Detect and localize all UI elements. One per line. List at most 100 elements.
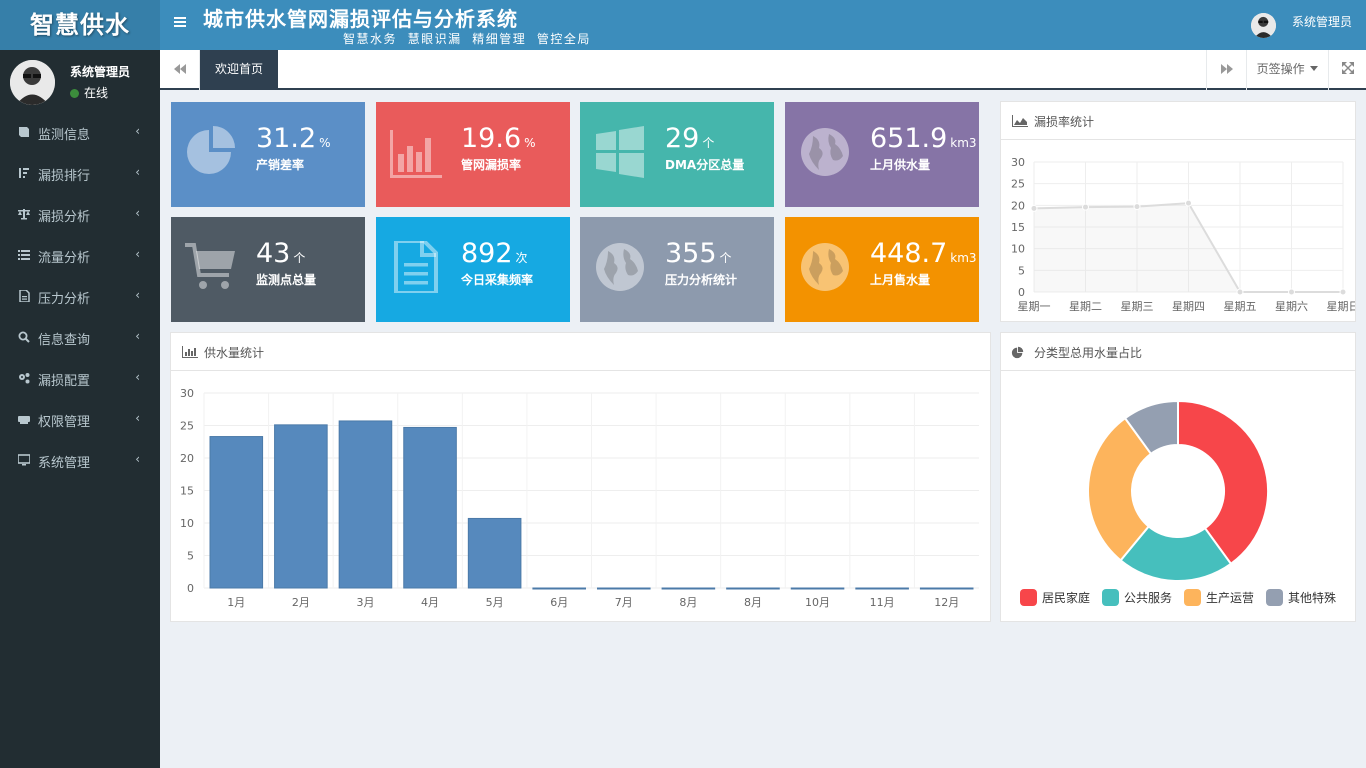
user-status-text: 在线 bbox=[84, 86, 109, 100]
stat-tile-1[interactable]: 31.2% 产销差率 bbox=[171, 102, 365, 207]
stat-value: 651.9 km3 bbox=[870, 124, 977, 158]
data-point[interactable] bbox=[1133, 203, 1141, 211]
bar[interactable] bbox=[855, 587, 909, 590]
x-tick-label: 4月 bbox=[421, 596, 439, 609]
pie-chart-icon bbox=[1011, 346, 1024, 359]
pie-chart-icon bbox=[187, 126, 235, 174]
bar[interactable] bbox=[790, 587, 845, 590]
usage-share-panel-header: 分类型总用水量占比 bbox=[1001, 333, 1355, 371]
sidebar-item-9[interactable]: 系统管理 ‹ bbox=[0, 440, 160, 481]
y-tick-label: 15 bbox=[1011, 221, 1025, 234]
sidebar-item-3[interactable]: 漏损分析 ‹ bbox=[0, 194, 160, 235]
user-panel: 系统管理员 在线 bbox=[0, 50, 160, 112]
bar[interactable] bbox=[597, 587, 651, 590]
legend-item[interactable]: 其他特殊 bbox=[1266, 589, 1336, 606]
stat-tile-7[interactable]: 355 个压力分析统计 bbox=[580, 217, 774, 322]
legend-item[interactable]: 生产运营 bbox=[1184, 589, 1254, 606]
y-tick-label: 15 bbox=[180, 485, 194, 498]
x-tick-label: 1月 bbox=[227, 596, 245, 609]
header-user-name[interactable]: 系统管理员 bbox=[1292, 13, 1352, 30]
x-tick-label: 6月 bbox=[550, 596, 568, 609]
stat-number: 892 bbox=[461, 238, 513, 269]
tab-scroll-right-button[interactable] bbox=[1206, 50, 1246, 90]
sidebar-item-label: 漏损分析 bbox=[38, 210, 91, 225]
data-point[interactable] bbox=[1082, 203, 1089, 211]
menu-toggle-icon[interactable] bbox=[174, 16, 186, 28]
data-point[interactable] bbox=[1185, 199, 1192, 207]
data-point[interactable] bbox=[1288, 288, 1295, 296]
caret-down-icon bbox=[1310, 66, 1319, 71]
sidebar-item-label: 权限管理 bbox=[38, 415, 91, 430]
sidebar-item-1[interactable]: 监测信息 ‹ bbox=[0, 112, 160, 153]
sidebar-item-2[interactable]: 漏损排行 ‹ bbox=[0, 153, 160, 194]
stat-tile-6[interactable]: 892 次今日采集频率 bbox=[376, 217, 570, 322]
legend-label: 其他特殊 bbox=[1288, 591, 1337, 605]
bar[interactable] bbox=[467, 517, 522, 589]
sidebar-item-label: 漏损排行 bbox=[38, 169, 91, 184]
tab-operations-label: 页签操作 bbox=[1256, 62, 1305, 76]
chevron-left-icon: ‹ bbox=[135, 411, 140, 425]
bar[interactable] bbox=[338, 420, 393, 589]
header-avatar[interactable] bbox=[1251, 13, 1276, 38]
data-point[interactable] bbox=[1236, 288, 1244, 296]
y-tick-label: 5 bbox=[187, 550, 194, 563]
stat-unit: % bbox=[319, 136, 331, 150]
stat-label: 上月售水量 bbox=[870, 273, 931, 287]
stat-tile-4[interactable]: 651.9 km3 上月供水量 bbox=[785, 102, 979, 207]
desktop-icon bbox=[18, 454, 30, 466]
chevron-left-icon: ‹ bbox=[135, 124, 140, 138]
forward-icon bbox=[1220, 64, 1233, 74]
stat-label: 管网漏损率 bbox=[461, 158, 522, 172]
stat-unit: 个 bbox=[702, 136, 715, 150]
sidebar-item-4[interactable]: 流量分析 ‹ bbox=[0, 235, 160, 276]
bar[interactable] bbox=[919, 587, 974, 590]
legend-item[interactable]: 公共服务 bbox=[1101, 589, 1172, 606]
sidebar-item-label: 漏损配置 bbox=[38, 374, 91, 389]
sidebar-item-6[interactable]: 信息查询 ‹ bbox=[0, 317, 160, 358]
stat-unit: 个 bbox=[719, 251, 732, 265]
chevron-left-icon: ‹ bbox=[135, 329, 140, 343]
usage-share-panel-title: 分类型总用水量占比 bbox=[1034, 346, 1143, 360]
fullscreen-button[interactable] bbox=[1328, 50, 1366, 90]
data-point[interactable] bbox=[1030, 204, 1038, 212]
chevron-left-icon: ‹ bbox=[135, 370, 140, 384]
sidebar-item-7[interactable]: 漏损配置 ‹ bbox=[0, 358, 160, 399]
sidebar-item-5[interactable]: 压力分析 ‹ bbox=[0, 276, 160, 317]
stat-value: 43 个 bbox=[256, 239, 305, 273]
keyboard-icon bbox=[18, 416, 30, 424]
x-tick-label: 5月 bbox=[486, 596, 504, 609]
y-tick-label: 20 bbox=[180, 452, 194, 465]
stat-tile-8[interactable]: 448.7 km3 上月售水量 bbox=[785, 217, 979, 322]
legend-swatch bbox=[1184, 589, 1201, 606]
leak-rate-panel-title: 漏损率统计 bbox=[1034, 115, 1095, 129]
stat-tile-5[interactable]: 43 个监测点总量 bbox=[171, 217, 365, 322]
stat-tile-3[interactable]: 29 个 DMA分区总量 bbox=[580, 102, 774, 207]
sidebar-item-8[interactable]: 权限管理 ‹ bbox=[0, 399, 160, 440]
bar[interactable] bbox=[726, 587, 780, 590]
leak-rate-panel: 漏损率统计 0 5 10 15 20 25 30 星期一 星期二 星期三 星期四 星期五 星期六 星期日 bbox=[1000, 101, 1360, 322]
y-tick-label: 25 bbox=[1011, 178, 1025, 191]
sidebar-menu: 监测信息 ‹ 漏损排行 ‹ 漏损分析 ‹ 流量分析 ‹ 压力分析 ‹ 信息查询 ‹ 漏损配置 ‹ 权限管理 ‹… bbox=[0, 112, 160, 481]
stat-tile-2[interactable]: 19.6% 管网漏损率 bbox=[376, 102, 570, 207]
legend-item[interactable]: 居民家庭 bbox=[1019, 589, 1090, 606]
y-tick-label: 25 bbox=[180, 420, 194, 433]
stat-number: 29 bbox=[665, 123, 700, 154]
usage-donut-chart bbox=[1087, 399, 1269, 582]
bar[interactable] bbox=[403, 426, 457, 589]
chevron-left-icon: ‹ bbox=[135, 247, 140, 261]
tab-operations-dropdown[interactable]: 页签操作 bbox=[1246, 50, 1328, 90]
brand-logo[interactable]: 智慧供水 bbox=[0, 0, 160, 50]
bar[interactable] bbox=[661, 587, 716, 590]
y-tick-label: 10 bbox=[1011, 243, 1025, 256]
bar[interactable] bbox=[532, 587, 586, 590]
bar[interactable] bbox=[209, 436, 264, 589]
legend-label: 公共服务 bbox=[1123, 591, 1172, 605]
water-supply-panel-title: 供水量统计 bbox=[204, 346, 265, 360]
y-tick-label: 5 bbox=[1018, 264, 1025, 277]
tab-scroll-left-button[interactable] bbox=[160, 50, 200, 90]
tab-welcome-home[interactable]: 欢迎首页 bbox=[200, 50, 279, 90]
x-tick-label: 12月 bbox=[934, 596, 959, 609]
bar[interactable] bbox=[274, 424, 328, 589]
y-tick-label: 10 bbox=[180, 517, 194, 530]
data-point[interactable] bbox=[1339, 288, 1347, 296]
